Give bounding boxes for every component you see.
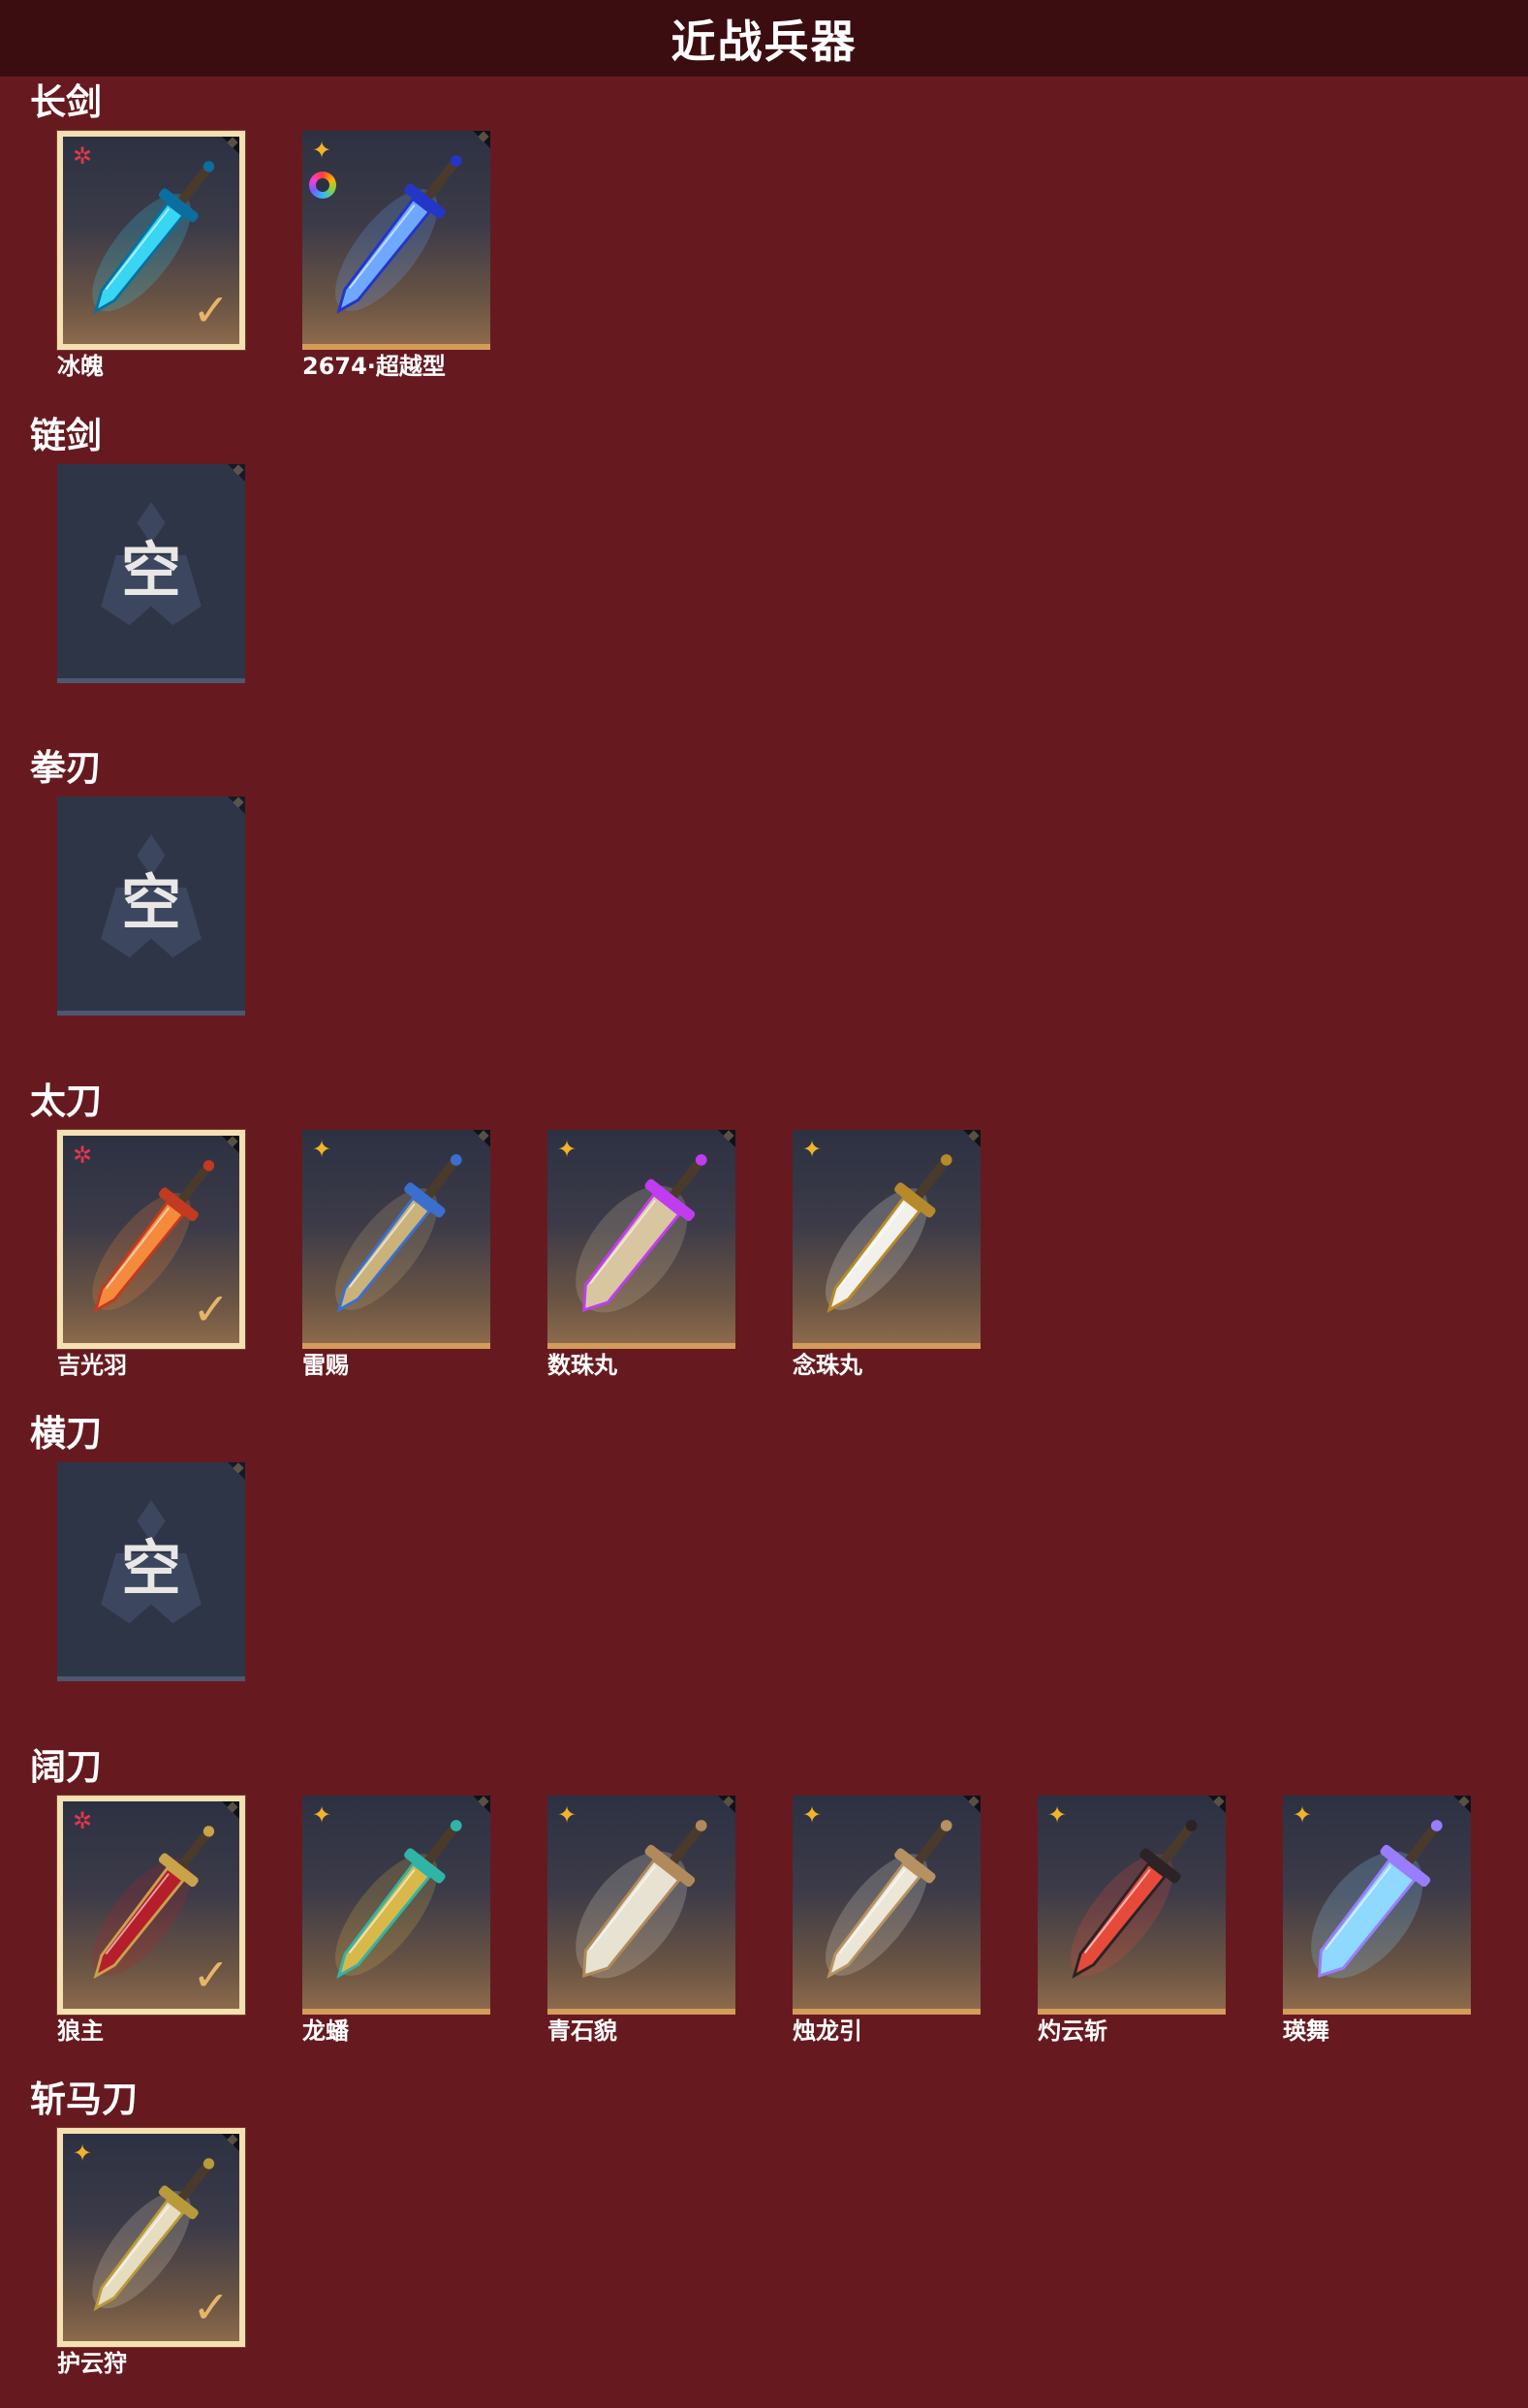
- weapon-name: 2674·超越型: [302, 353, 446, 380]
- weapon-name: 数珠丸: [547, 1352, 617, 1379]
- weapon-tile[interactable]: ✦: [1038, 1796, 1226, 2015]
- weapon-name: 冰魄: [57, 353, 104, 380]
- weapon-slot[interactable]: ✦ 灼云斩: [1038, 1796, 1226, 2046]
- category-title: 横刀: [30, 1413, 102, 1454]
- empty-weapon-slot[interactable]: 空: [57, 464, 245, 683]
- weapon-tile[interactable]: ✦: [547, 1130, 735, 1349]
- rarity-star-icon: ✦: [311, 1136, 332, 1163]
- weapon-name: 念珠丸: [793, 1352, 862, 1379]
- weapon-tile[interactable]: ✲ ✓: [57, 1130, 245, 1349]
- equipped-check-icon: ✓: [192, 1949, 230, 2001]
- category-title: 链剑: [30, 415, 102, 456]
- corner-tab-icon: [1208, 1796, 1226, 1813]
- weapon-tile[interactable]: ✲ ✓: [57, 1796, 245, 2015]
- weapon-slot[interactable]: ✦ 烛龙引: [793, 1796, 981, 2046]
- weapon-name: 瑛舞: [1283, 2017, 1329, 2045]
- corner-tab-icon: [222, 2134, 239, 2151]
- weapon-slot[interactable]: ✦ 念珠丸: [793, 1130, 981, 1380]
- rarity-star-icon: ✦: [311, 137, 332, 164]
- weapon-slot[interactable]: ✲ ✓ 冰魄: [57, 131, 245, 381]
- equipped-check-icon: ✓: [192, 2281, 230, 2333]
- weapon-tile[interactable]: 空: [57, 1462, 245, 1681]
- weapon-name: 龙蟠: [302, 2017, 349, 2045]
- corner-tab-icon: [222, 137, 239, 154]
- corner-tab-icon: [963, 1130, 981, 1147]
- rarity-star-icon: ✦: [801, 1801, 823, 1829]
- corner-tab-icon: [228, 1462, 245, 1480]
- corner-tab-icon: [473, 131, 490, 148]
- weapon-slot[interactable]: ✦ 雷赐: [302, 1130, 490, 1380]
- weapon-tile[interactable]: 空: [57, 797, 245, 1016]
- weapon-tile[interactable]: 空: [57, 464, 245, 683]
- weapon-name: 灼云斩: [1038, 2017, 1107, 2045]
- empty-weapon-slot[interactable]: 空: [57, 1462, 245, 1681]
- weapon-slot[interactable]: ✦ 瑛舞: [1283, 1796, 1471, 2046]
- weapon-slot[interactable]: ✦ 龙蟠: [302, 1796, 490, 2046]
- weapon-tile[interactable]: ✦: [793, 1130, 981, 1349]
- weapon-slot[interactable]: ✦ 2674·超越型: [302, 131, 490, 381]
- weapon-tile[interactable]: ✲ ✓: [57, 131, 245, 350]
- empty-label: 空: [120, 867, 181, 938]
- weapon-slot[interactable]: ✦ 数珠丸: [547, 1130, 735, 1380]
- weapon-tile[interactable]: ✦ ✓: [57, 2128, 245, 2347]
- weapon-tile[interactable]: ✦: [302, 1796, 490, 2015]
- weapon-name: 狼主: [57, 2017, 104, 2045]
- color-wheel-icon: [309, 172, 336, 199]
- corner-tab-icon: [473, 1796, 490, 1813]
- weapon-slot[interactable]: ✦ ✓ 护云狩: [57, 2128, 245, 2378]
- rarity-star-icon: ✦: [311, 1801, 332, 1829]
- weapon-name: 烛龙引: [793, 2017, 862, 2045]
- corner-tab-icon: [718, 1796, 735, 1813]
- weapon-tile[interactable]: ✦: [547, 1796, 735, 2015]
- empty-label: 空: [120, 535, 181, 606]
- category-title: 太刀: [30, 1080, 102, 1122]
- weapon-tile[interactable]: ✦: [302, 1130, 490, 1349]
- corner-tab-icon: [1453, 1796, 1471, 1813]
- weapon-slot[interactable]: ✲ ✓ 狼主: [57, 1796, 245, 2046]
- category-title: 长剑: [30, 81, 102, 123]
- equipped-check-icon: ✓: [192, 1283, 230, 1335]
- rarity-star-icon: ✦: [72, 2140, 93, 2167]
- weapon-name: 雷赐: [302, 1352, 349, 1379]
- weapon-slot[interactable]: ✲ ✓ 吉光羽: [57, 1130, 245, 1380]
- empty-label: 空: [120, 1533, 181, 1604]
- rarity-star-icon: ✲: [72, 1807, 93, 1834]
- corner-tab-icon: [963, 1796, 981, 1813]
- weapon-tile[interactable]: ✦: [793, 1796, 981, 2015]
- weapon-tile[interactable]: ✦: [302, 131, 490, 350]
- rarity-star-icon: ✦: [556, 1801, 577, 1829]
- category-title: 阔刀: [30, 1746, 102, 1788]
- weapon-name: 护云狩: [57, 2350, 127, 2377]
- page-title: 近战兵器: [0, 0, 1528, 77]
- rarity-star-icon: ✦: [801, 1136, 823, 1163]
- empty-weapon-slot[interactable]: 空: [57, 797, 245, 1016]
- weapon-tile[interactable]: ✦: [1283, 1796, 1471, 2015]
- corner-tab-icon: [222, 1801, 239, 1819]
- equipped-check-icon: ✓: [192, 284, 230, 336]
- corner-tab-icon: [228, 797, 245, 814]
- rarity-star-icon: ✦: [1046, 1801, 1068, 1829]
- category-title: 斩马刀: [30, 2079, 138, 2120]
- corner-tab-icon: [228, 464, 245, 482]
- weapon-name: 青石貌: [547, 2017, 617, 2045]
- rarity-star-icon: ✲: [72, 142, 93, 170]
- weapon-name: 吉光羽: [57, 1352, 127, 1379]
- rarity-star-icon: ✦: [1292, 1801, 1313, 1829]
- category-title: 拳刃: [30, 747, 102, 789]
- corner-tab-icon: [473, 1130, 490, 1147]
- rarity-star-icon: ✦: [556, 1136, 577, 1163]
- rarity-star-icon: ✲: [72, 1141, 93, 1169]
- corner-tab-icon: [222, 1136, 239, 1153]
- corner-tab-icon: [718, 1130, 735, 1147]
- weapon-slot[interactable]: ✦ 青石貌: [547, 1796, 735, 2046]
